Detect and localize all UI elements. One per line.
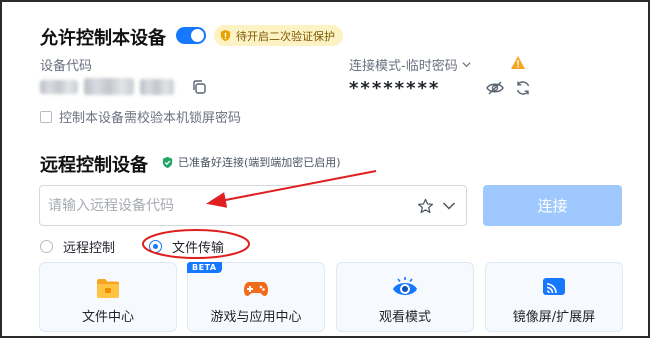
two-factor-badge[interactable]: 待开启二次验证保护	[214, 25, 343, 46]
lock-screen-checkbox-row[interactable]: 控制本设备需校验本机锁屏密码	[40, 107, 241, 126]
allow-control-toggle[interactable]	[176, 27, 206, 44]
eye-hidden-icon[interactable]	[486, 80, 504, 96]
lock-screen-checkbox[interactable]	[40, 110, 52, 123]
folder-icon	[97, 279, 119, 298]
copy-icon[interactable]	[191, 79, 207, 95]
gamepad-icon	[244, 282, 268, 296]
allow-control-title: 允许控制本设备	[40, 28, 166, 49]
chevron-down-icon	[462, 62, 471, 68]
device-code-label: 设备代码	[40, 59, 93, 74]
connection-mode-label: 连接模式-临时密码	[349, 59, 458, 74]
remote-code-input[interactable]	[41, 187, 401, 224]
radio-remote-control-label: 远程控制	[63, 241, 116, 256]
card-file-center-label: 文件中心	[81, 310, 134, 325]
toggle-knob	[191, 29, 204, 42]
card-watch-mode-label: 观看模式	[378, 310, 431, 325]
card-file-center[interactable]: 文件中心	[39, 262, 177, 332]
lock-screen-checkbox-label: 控制本设备需校验本机锁屏密码	[59, 111, 242, 126]
card-mirror-extend-screen[interactable]: 镜像屏/扩展屏	[485, 262, 623, 332]
remote-code-input-box[interactable]	[39, 185, 467, 226]
card-mirror-extend-screen-label: 镜像屏/扩展屏	[512, 310, 596, 325]
temporary-password: ********	[349, 78, 441, 99]
shield-check-icon	[162, 156, 173, 168]
radio-remote-control[interactable]: 远程控制	[40, 237, 115, 256]
shield-warning-icon	[220, 29, 231, 42]
radio-remote-control-circle[interactable]	[40, 240, 53, 253]
beta-badge: BETA	[187, 262, 222, 273]
ready-status-text: 已准备好连接(端到端加密已启用)	[178, 156, 341, 169]
cast-screen-icon	[543, 278, 565, 295]
eye-watch-icon	[393, 277, 417, 295]
alert-triangle-icon[interactable]	[510, 55, 526, 70]
history-dropdown-icon[interactable]	[442, 201, 456, 211]
radio-file-transfer-circle[interactable]	[149, 240, 162, 253]
card-game-app-center[interactable]: BETA 游戏与应用中心	[187, 262, 325, 332]
connection-mode-dropdown[interactable]: 连接模式-临时密码	[349, 55, 471, 74]
star-icon[interactable]	[417, 198, 434, 215]
radio-file-transfer-label: 文件传输	[172, 241, 225, 256]
device-code-value	[40, 76, 175, 98]
two-factor-badge-label: 待开启二次验证保护	[236, 29, 335, 43]
card-watch-mode[interactable]: 观看模式	[336, 262, 474, 332]
ready-status: 已准备好连接(端到端加密已启用)	[161, 154, 341, 170]
refresh-icon[interactable]	[515, 80, 531, 96]
remote-control-title: 远程控制设备	[40, 155, 148, 176]
radio-file-transfer[interactable]: 文件传输	[149, 237, 224, 256]
card-game-app-center-label: 游戏与应用中心	[210, 310, 302, 325]
connect-button[interactable]: 连接	[483, 185, 622, 226]
